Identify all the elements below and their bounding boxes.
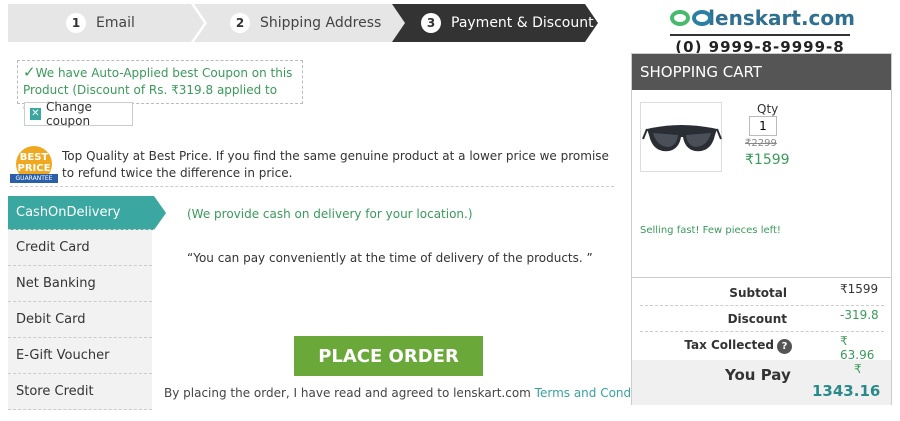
step-label: Email (96, 15, 135, 31)
payment-methods: CashOnDelivery Credit Card Net Banking D… (8, 196, 166, 410)
discount-row: Discount -319.8 (640, 306, 884, 332)
step-email[interactable]: 1 Email (8, 4, 204, 42)
you-pay-row: You Pay ₹ 1343.16 (632, 360, 891, 405)
method-credit-card[interactable]: Credit Card (8, 230, 152, 266)
divider (632, 277, 891, 278)
step-label: Shipping Address (260, 15, 382, 31)
method-cash-on-delivery[interactable]: CashOnDelivery (8, 196, 166, 230)
you-pay-label: You Pay (725, 366, 791, 384)
checkmark-icon: ✓ (23, 63, 36, 81)
cart-title: SHOPPING CART (632, 54, 891, 90)
method-e-gift-voucher[interactable]: E-Gift Voucher (8, 338, 152, 374)
subtotal-label: Subtotal (729, 286, 787, 300)
subtotal-value: ₹1599 (840, 282, 879, 296)
tax-row: Tax Collected? ₹ 63.96 (640, 332, 884, 362)
badge-ribbon: GUARANTEE (10, 174, 58, 183)
best-price-text: Top Quality at Best Price. If you find t… (62, 149, 609, 180)
cod-description: “You can pay conveniently at the time of… (187, 251, 593, 265)
coupon-message-box: ✓We have Auto-Applied best Coupon on thi… (17, 60, 303, 114)
step-payment-discount[interactable]: 3 Payment & Discount (392, 4, 598, 42)
glasses-logo-icon (670, 8, 712, 28)
step-number: 2 (230, 13, 250, 33)
cod-availability-note: (We provide cash on delivery for your lo… (187, 207, 473, 221)
cart-item: Qty ₹2299 ₹1599 (640, 102, 886, 182)
change-coupon-button[interactable]: ✕ Change coupon (24, 100, 133, 128)
tax-label-wrap: Tax Collected? (684, 338, 792, 354)
help-icon[interactable]: ? (777, 339, 792, 354)
logo-text: lenskart.com (708, 6, 855, 30)
discount-value: -319.8 (840, 308, 879, 322)
stock-alert: Selling fast! Few pieces left! (640, 225, 781, 236)
shopping-cart: SHOPPING CART Qty ₹2299 ₹1599 Selling fa… (631, 53, 892, 405)
original-price: ₹2299 (745, 138, 777, 149)
method-store-credit[interactable]: Store Credit (8, 374, 152, 410)
method-debit-card[interactable]: Debit Card (8, 302, 152, 338)
rupee-icon: ₹ (854, 362, 862, 376)
terms-agreement: By placing the order, I have read and ag… (164, 386, 664, 400)
agree-text: By placing the order, I have read and ag… (164, 386, 531, 400)
method-net-banking[interactable]: Net Banking (8, 266, 152, 302)
best-price-guarantee-badge: BEST PRICE GUARANTEE (10, 146, 58, 186)
change-coupon-label: Change coupon (46, 100, 92, 128)
close-icon: ✕ (30, 108, 41, 120)
step-number: 1 (66, 13, 86, 33)
subtotal-row: Subtotal ₹1599 (640, 280, 884, 306)
quantity-input[interactable] (749, 116, 777, 136)
discount-label: Discount (727, 312, 787, 326)
tax-label: Tax Collected (684, 338, 774, 352)
place-order-button[interactable]: PLACE ORDER (294, 336, 483, 376)
checkout-page: 1 Email 2 Shipping Address 3 Payment & D… (0, 0, 900, 421)
sale-price: ₹1599 (745, 152, 790, 168)
divider (10, 186, 614, 187)
lenskart-logo[interactable]: lenskart.com (0) 9999-8-9999-8 (670, 6, 855, 60)
you-pay-value: 1343.16 (812, 382, 881, 400)
product-image[interactable] (640, 102, 722, 172)
step-number: 3 (421, 13, 441, 33)
step-label: Payment & Discount (451, 15, 594, 31)
checkout-steps: 1 Email 2 Shipping Address 3 Payment & D… (8, 4, 598, 42)
tax-value: ₹ 63.96 (840, 334, 875, 362)
step-shipping-address[interactable]: 2 Shipping Address (194, 4, 416, 42)
qty-label: Qty (757, 102, 779, 116)
